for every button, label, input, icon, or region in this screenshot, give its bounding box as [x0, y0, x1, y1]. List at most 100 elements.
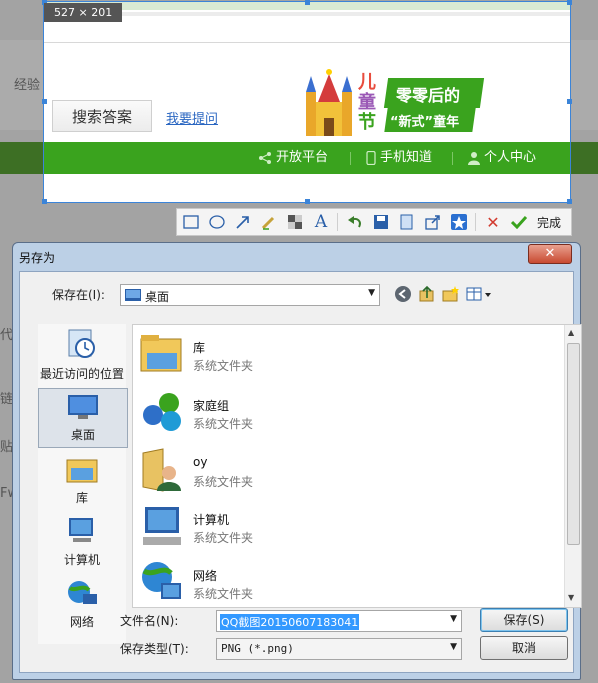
- homegroup-icon: [143, 393, 181, 431]
- resize-handle[interactable]: [305, 199, 310, 204]
- chevron-down-icon: ▼: [368, 288, 375, 298]
- chevron-down-icon: ▼: [450, 642, 457, 652]
- selection-size-tooltip: 527 × 201: [44, 3, 123, 22]
- undo-icon[interactable]: [345, 212, 365, 232]
- place-label: 计算机: [63, 553, 100, 567]
- chevron-down-icon: ▼: [450, 614, 457, 624]
- filename-value: QQ截图20150607183041: [220, 614, 360, 630]
- back-button[interactable]: [394, 285, 412, 303]
- back-icon: [395, 286, 411, 302]
- place-label: 最近访问的位置: [39, 367, 124, 381]
- childrens-day-logo: 儿 童 节 零零后的 “新式”童年: [306, 68, 486, 138]
- nav-user-center[interactable]: 个人中心: [468, 142, 536, 174]
- screenshot-toolbar: A ✕ 完成: [176, 208, 572, 236]
- slogan-line2: “新式”童年: [390, 115, 460, 130]
- place-label: 网络: [69, 615, 94, 629]
- new-folder-icon: [442, 286, 459, 302]
- search-answer-button[interactable]: 搜索答案: [52, 100, 152, 132]
- item-type: 系统文件夹: [193, 531, 254, 545]
- view-icon: [466, 287, 491, 301]
- file-list-scrollbar[interactable]: ▲ ▼: [564, 325, 581, 607]
- scrollbar-thumb[interactable]: [567, 343, 580, 545]
- selection-divider: [44, 12, 570, 16]
- share-icon[interactable]: [423, 212, 443, 232]
- scroll-up-icon[interactable]: ▲: [568, 328, 574, 337]
- filetype-dropdown[interactable]: PNG (*.png) ▼: [216, 638, 462, 660]
- place-desktop[interactable]: 桌面: [38, 388, 128, 448]
- copy-icon[interactable]: [397, 212, 417, 232]
- cancel-button[interactable]: 取消: [480, 636, 568, 660]
- filename-field[interactable]: QQ截图20150607183041 ▼: [216, 610, 462, 632]
- brush-icon[interactable]: [259, 212, 279, 232]
- item-name: 家庭组: [193, 399, 230, 413]
- nav-label: 个人中心: [484, 150, 537, 165]
- save-icon[interactable]: [371, 212, 391, 232]
- list-item[interactable]: 计算机 系统文件夹: [139, 499, 539, 549]
- selection-divider: [44, 42, 570, 43]
- up-folder-button[interactable]: [418, 285, 436, 303]
- cancel-icon[interactable]: ✕: [483, 212, 503, 232]
- item-type: 系统文件夹: [193, 417, 254, 431]
- nav-divider: [350, 152, 351, 165]
- computer-icon: [143, 507, 181, 545]
- nav-divider: [452, 152, 453, 165]
- resize-handle[interactable]: [42, 99, 47, 104]
- save-in-dropdown[interactable]: 桌面 ▼: [120, 284, 380, 306]
- resize-handle[interactable]: [567, 99, 572, 104]
- network-icon: [142, 562, 181, 599]
- resize-handle[interactable]: [42, 199, 47, 204]
- filetype-label: 保存类型(T):: [120, 642, 189, 656]
- list-item[interactable]: oy 系统文件夹: [139, 443, 539, 493]
- background-text: 经验: [14, 78, 41, 93]
- place-recent[interactable]: 最近访问的位置: [38, 324, 126, 384]
- list-item[interactable]: 网络 系统文件夹: [139, 555, 539, 605]
- item-type: 系统文件夹: [193, 359, 254, 373]
- place-label: 桌面: [70, 428, 95, 442]
- arrow-icon[interactable]: [233, 212, 253, 232]
- close-icon: ✕: [544, 246, 556, 261]
- text-icon[interactable]: A: [311, 212, 331, 232]
- done-button[interactable]: 完成: [537, 214, 561, 231]
- recent-places-icon: [68, 329, 95, 358]
- dialog-title: 另存为: [19, 251, 56, 265]
- new-folder-button[interactable]: [442, 285, 460, 303]
- ellipse-icon[interactable]: [207, 212, 227, 232]
- save-button[interactable]: 保存(S): [480, 608, 568, 632]
- mosaic-icon[interactable]: [285, 212, 305, 232]
- network-icon: [68, 581, 97, 604]
- phone-icon: [366, 151, 376, 165]
- item-name: 网络: [193, 569, 218, 583]
- favorite-icon[interactable]: [449, 212, 469, 232]
- desktop-icon: [125, 289, 141, 301]
- place-computer[interactable]: 计算机: [38, 514, 126, 570]
- slogan-line1: 零零后的: [396, 86, 461, 105]
- rectangle-icon[interactable]: [181, 212, 201, 232]
- item-name: 库: [193, 341, 206, 355]
- library-icon: [66, 459, 98, 483]
- item-name: 计算机: [193, 513, 230, 527]
- confirm-icon[interactable]: [509, 212, 529, 232]
- resize-handle[interactable]: [305, 0, 310, 5]
- toolbar-divider: [475, 213, 476, 231]
- item-type: 系统文件夹: [193, 587, 254, 601]
- places-bar: 最近访问的位置 桌面 库 计算机 网络: [38, 324, 128, 644]
- list-item[interactable]: 库 系统文件夹: [139, 327, 539, 377]
- ask-question-link[interactable]: 我要提问: [166, 108, 218, 127]
- resize-handle[interactable]: [567, 0, 572, 5]
- place-library[interactable]: 库: [38, 452, 126, 508]
- scroll-down-icon[interactable]: ▼: [568, 593, 574, 602]
- toolbar-divider: [337, 213, 338, 231]
- library-icon: [140, 335, 182, 372]
- user-folder-icon: [142, 448, 181, 492]
- place-network[interactable]: 网络: [38, 576, 126, 632]
- nav-label: 手机知道: [380, 150, 433, 165]
- save-in-value: 桌面: [145, 290, 170, 304]
- file-list: 库 系统文件夹 家庭组 系统文件夹 oy 系统文件夹 计算机 系统文件夹 网络: [132, 324, 582, 608]
- list-item[interactable]: 家庭组 系统文件夹: [139, 385, 539, 435]
- close-button[interactable]: ✕: [528, 244, 572, 264]
- resize-handle[interactable]: [567, 199, 572, 204]
- view-menu-button[interactable]: [466, 285, 492, 303]
- nav-mobile[interactable]: 手机知道: [366, 142, 432, 174]
- logo-char: 节: [358, 112, 376, 133]
- nav-open-platform[interactable]: 开放平台: [258, 142, 328, 174]
